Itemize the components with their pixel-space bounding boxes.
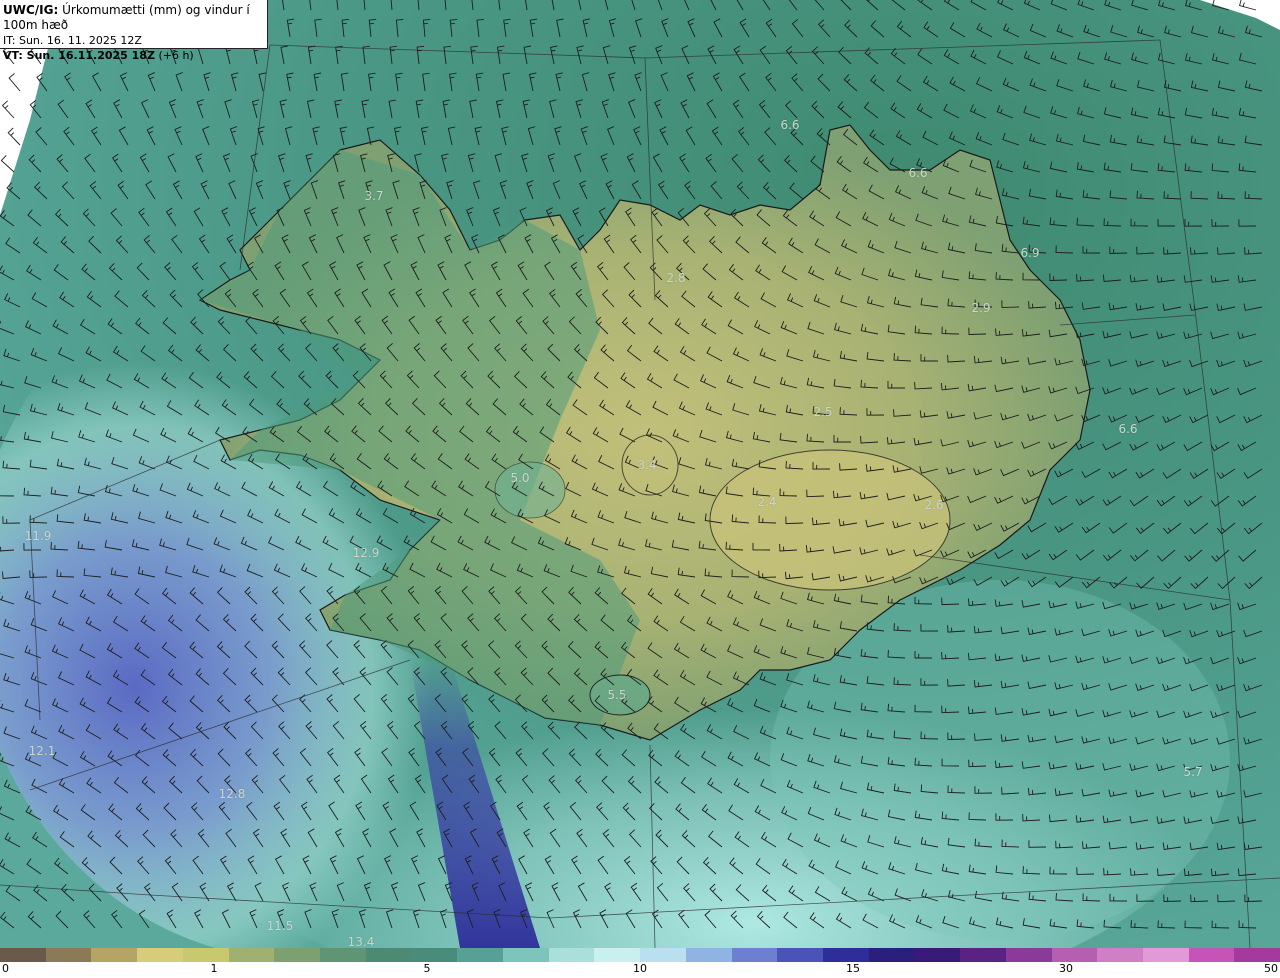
map-value-label: 6.9 <box>1020 246 1040 260</box>
colorbar-segment <box>1097 948 1143 962</box>
init-time: IT: Sun. 16. 11. 2025 12Z <box>3 34 142 47</box>
map-canvas <box>0 0 1280 948</box>
colorbar-segment <box>1188 948 1235 962</box>
colorbar-segment <box>411 948 458 962</box>
colorbar-segment <box>274 948 321 962</box>
colorbar-segment <box>457 948 503 962</box>
map-value-label: 11.5 <box>266 919 294 933</box>
map-value-label: 2.4 <box>757 495 777 509</box>
colorbar-segment <box>502 948 549 962</box>
map-value-label: 12.1 <box>28 744 56 758</box>
colorbar-segment <box>182 948 229 962</box>
model-name: UWC/IG: <box>3 3 59 17</box>
precipitation-colorbar <box>0 948 1280 962</box>
colorbar-segment <box>137 948 183 962</box>
valid-time: VT: Sun. 16.11.2025 18Z (+6 h) <box>3 48 267 63</box>
map-value-label: 5.0 <box>510 471 530 485</box>
forecast-map[interactable] <box>0 0 1280 948</box>
map-value-label: 2.9 <box>971 301 991 315</box>
colorbar-segment <box>777 948 823 962</box>
colorbar-tick: 10 <box>633 962 647 975</box>
colorbar-segment <box>1142 948 1189 962</box>
map-value-label: 12.9 <box>352 546 380 560</box>
colorbar-segment <box>1005 948 1052 962</box>
colorbar-tick: 1 <box>210 962 218 975</box>
colorbar-ticks: 0 1 5 10 15 30 50 <box>0 962 1280 978</box>
forecast-offset: (+6 h) <box>158 49 194 62</box>
colorbar-segment <box>228 948 275 962</box>
colorbar-segment <box>640 948 686 962</box>
colorbar-segment <box>1234 948 1280 962</box>
colorbar-segment <box>1051 948 1098 962</box>
map-value-label: 2.6 <box>924 498 944 512</box>
map-value-label: 6.6 <box>1118 422 1138 436</box>
map-value-label: 13.4 <box>347 935 375 949</box>
colorbar-segment <box>868 948 915 962</box>
colorbar-segment <box>594 948 641 962</box>
map-value-label: 3.4 <box>637 458 657 472</box>
colorbar-tick: 30 <box>1059 962 1073 975</box>
valid-time-label: VT: Sun. 16.11.2025 18Z <box>3 49 155 62</box>
colorbar-tick: 50 <box>1264 962 1278 975</box>
colorbar-tick: 5 <box>423 962 431 975</box>
colorbar-segment <box>914 948 961 962</box>
map-value-label: 12.8 <box>218 787 246 801</box>
colorbar-segment <box>0 948 46 962</box>
colorbar-segment <box>960 948 1006 962</box>
colorbar-segment <box>731 948 778 962</box>
colorbar-segment <box>685 948 732 962</box>
colorbar-segment <box>822 948 869 962</box>
map-header: UWC/IG: Úrkomumætti (mm) og vindur í 100… <box>0 0 268 62</box>
title-line: UWC/IG: Úrkomumætti (mm) og vindur í 100… <box>3 3 267 33</box>
colorbar-tick: 0 <box>2 962 9 975</box>
map-value-label: 11.9 <box>24 529 52 543</box>
colorbar-segment <box>320 948 366 962</box>
map-value-label: 2.8 <box>666 271 686 285</box>
colorbar-segment <box>91 948 138 962</box>
map-value-label: 2.5 <box>813 405 833 419</box>
map-value-label: 6.6 <box>908 166 928 180</box>
colorbar-segment <box>548 948 595 962</box>
map-value-label: 5.5 <box>607 688 627 702</box>
map-value-label: 6.6 <box>780 118 800 132</box>
map-value-label: 5.7 <box>1183 765 1203 779</box>
colorbar-segment <box>45 948 92 962</box>
colorbar-segment <box>365 948 412 962</box>
colorbar-tick: 15 <box>846 962 860 975</box>
map-value-label: 3.7 <box>364 189 384 203</box>
